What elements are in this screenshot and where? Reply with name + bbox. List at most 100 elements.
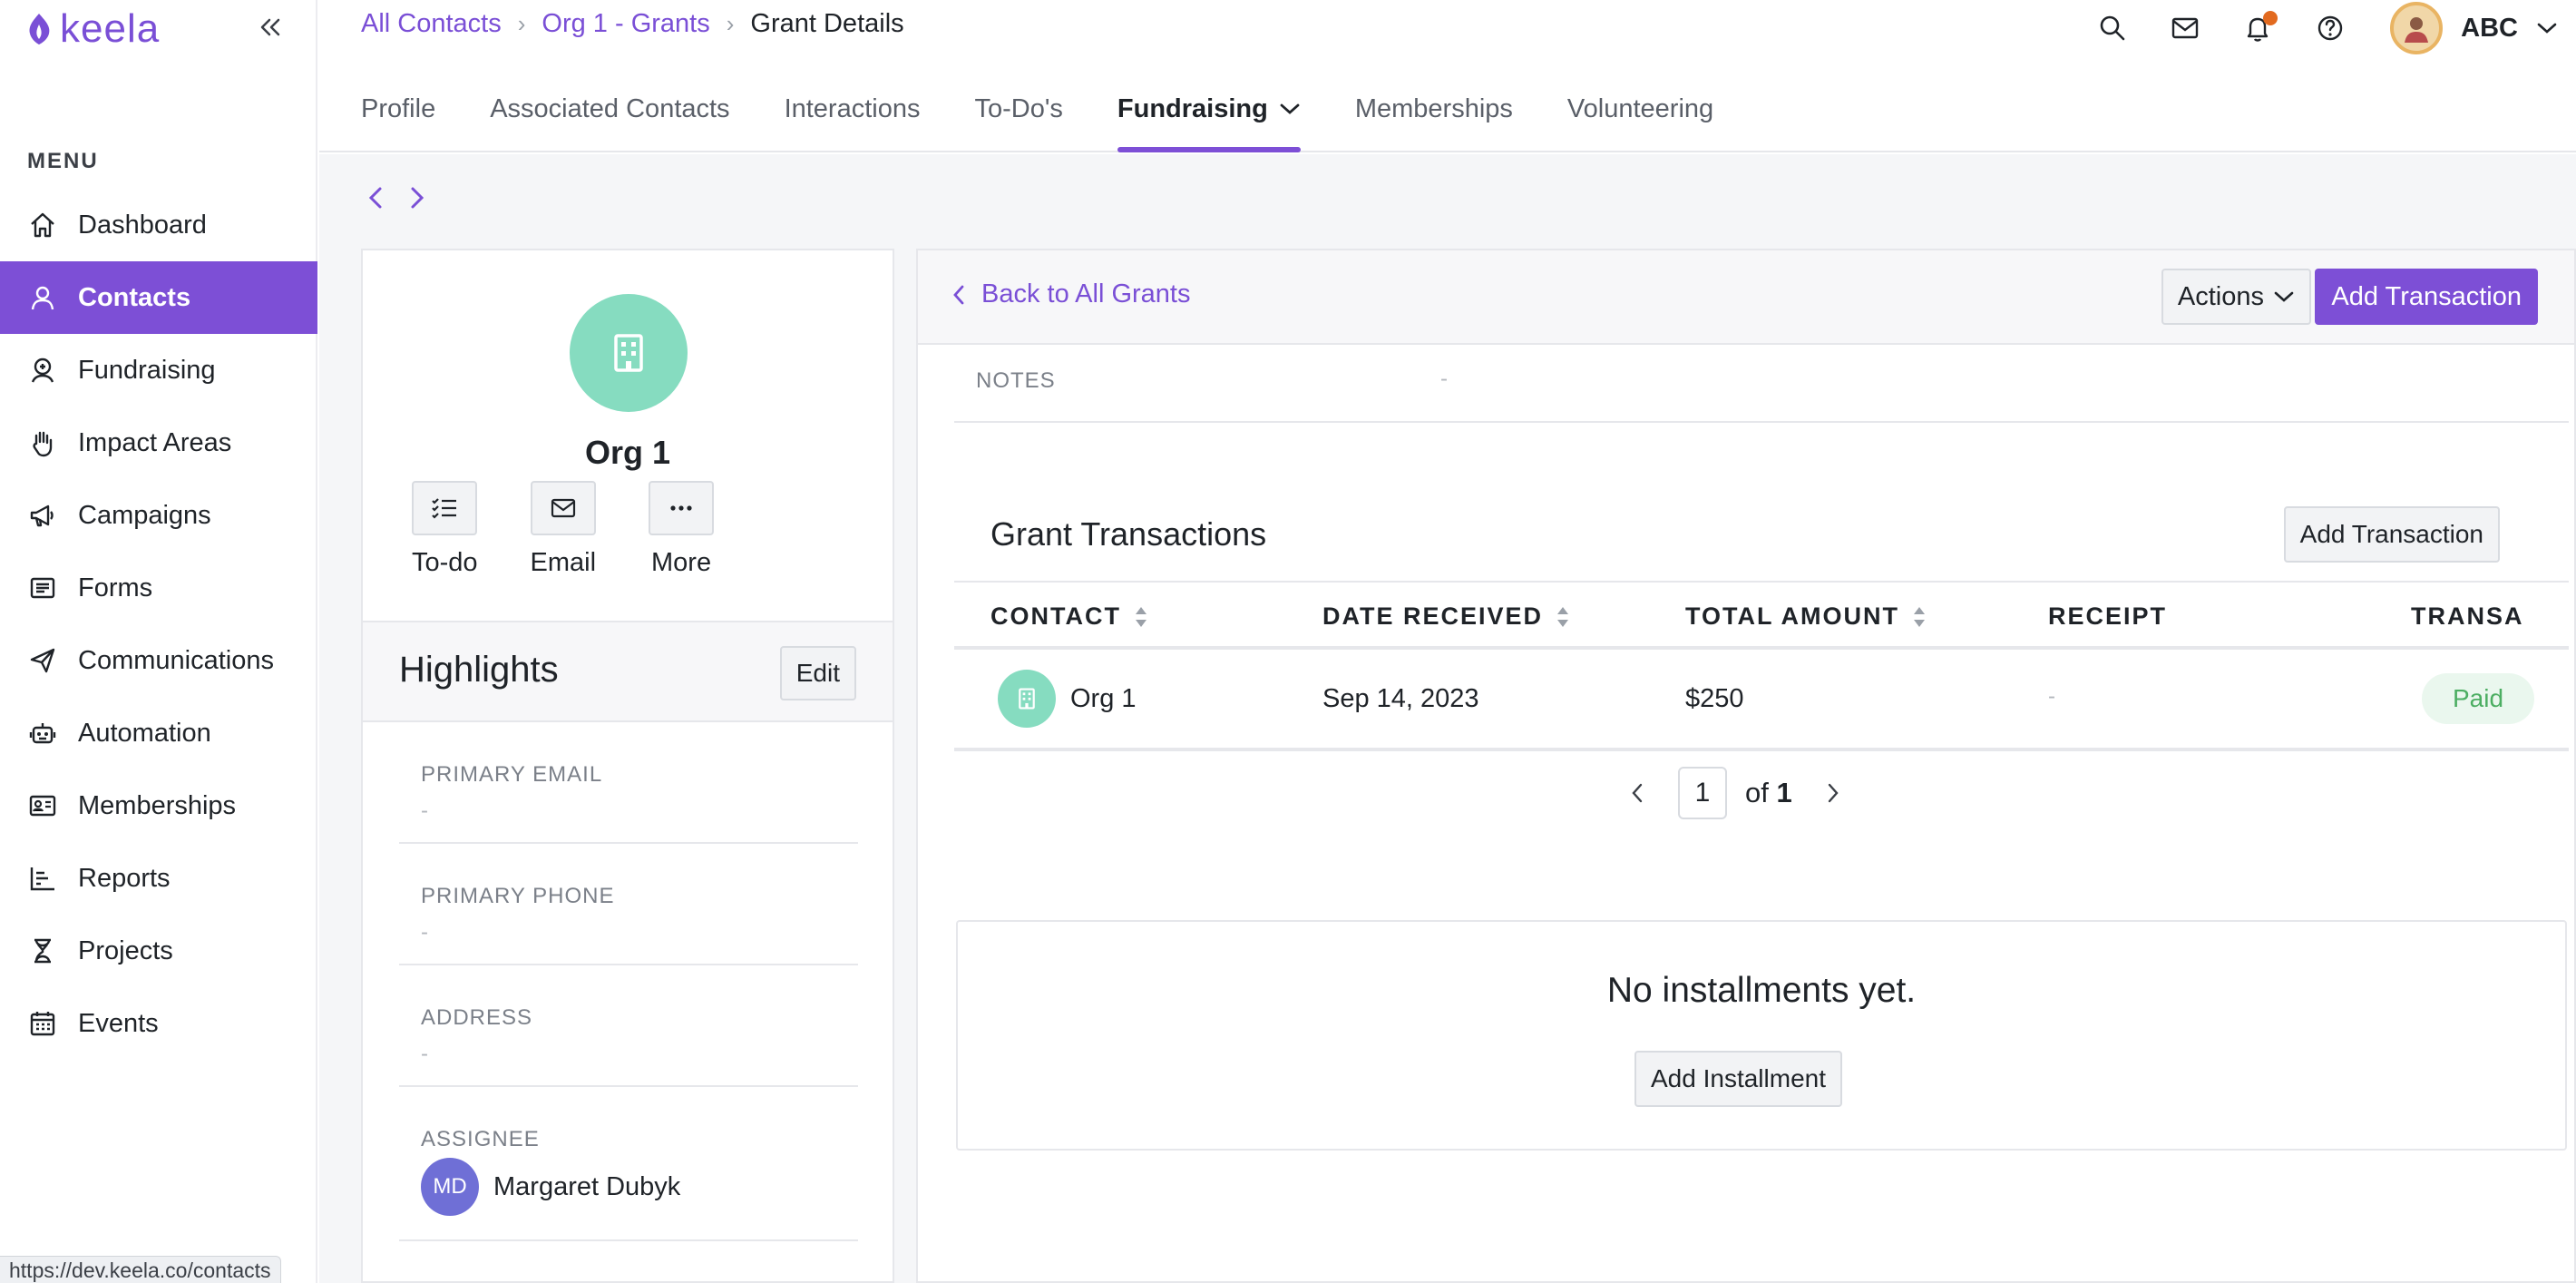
more-dots-icon bbox=[669, 504, 693, 512]
grant-detail-panel: Back to All Grants Actions Add Transacti… bbox=[916, 249, 2576, 1283]
address-field: ADDRESS - bbox=[399, 965, 858, 1087]
tab-associated-contacts[interactable]: Associated Contacts bbox=[490, 65, 729, 152]
add-grant-transaction-button[interactable]: Add Transaction bbox=[2283, 506, 2500, 563]
email-button[interactable] bbox=[530, 481, 596, 535]
status-bar-url: https://dev.keela.co/contacts bbox=[0, 1256, 281, 1283]
home-icon bbox=[27, 210, 58, 240]
back-to-grants-link[interactable]: Back to All Grants bbox=[952, 279, 1191, 309]
previous-record-button[interactable] bbox=[361, 180, 390, 216]
top-bar: All Contacts › Org 1 - Grants › Grant De… bbox=[319, 0, 2576, 65]
primary-email-field: PRIMARY EMAIL - bbox=[399, 722, 858, 844]
sidebar-item-dashboard[interactable]: Dashboard bbox=[0, 189, 317, 261]
sidebar-item-label: Events bbox=[78, 1008, 159, 1038]
user-menu[interactable]: ABC bbox=[2390, 2, 2576, 54]
search-button[interactable] bbox=[2076, 0, 2149, 56]
tab-todos[interactable]: To-Do's bbox=[974, 65, 1062, 152]
keela-logo[interactable]: keela bbox=[25, 6, 161, 51]
breadcrumb-all-contacts[interactable]: All Contacts bbox=[361, 9, 502, 39]
sidebar-item-label: Memberships bbox=[78, 790, 237, 820]
notes-row: NOTES - bbox=[954, 345, 2569, 423]
field-label: ADDRESS bbox=[421, 1005, 533, 1030]
column-contact[interactable]: CONTACT bbox=[990, 602, 1148, 631]
sidebar-item-campaigns[interactable]: Campaigns bbox=[0, 479, 317, 552]
table-row[interactable]: Org 1 Sep 14, 2023 $250 - Paid bbox=[954, 650, 2569, 751]
form-icon bbox=[27, 573, 58, 603]
sidebar-item-contacts[interactable]: Contacts bbox=[0, 261, 317, 334]
next-record-button[interactable] bbox=[403, 180, 432, 216]
sort-icon[interactable] bbox=[1912, 604, 1927, 630]
chevron-left-icon bbox=[1631, 782, 1644, 804]
next-page-button[interactable] bbox=[1810, 766, 1856, 820]
sidebar-item-label: Fundraising bbox=[78, 355, 216, 385]
checklist-icon bbox=[431, 496, 458, 520]
sidebar-item-forms[interactable]: Forms bbox=[0, 552, 317, 624]
tab-fundraising[interactable]: Fundraising bbox=[1117, 65, 1301, 152]
sidebar-item-memberships[interactable]: Memberships bbox=[0, 769, 317, 842]
cell-date-received: Sep 14, 2023 bbox=[1322, 684, 1479, 713]
installments-empty-state: No installments yet. Add Installment bbox=[956, 920, 2567, 1151]
actions-dropdown[interactable]: Actions bbox=[2161, 269, 2311, 325]
todo-action[interactable]: To-do bbox=[412, 481, 478, 578]
primary-phone-field: PRIMARY PHONE - bbox=[399, 844, 858, 965]
tab-volunteering[interactable]: Volunteering bbox=[1567, 65, 1713, 152]
tab-interactions[interactable]: Interactions bbox=[785, 65, 921, 152]
chart-icon bbox=[27, 863, 58, 894]
edit-highlights-button[interactable]: Edit bbox=[779, 646, 856, 700]
megaphone-icon bbox=[27, 500, 58, 531]
sidebar-item-label: Automation bbox=[78, 718, 211, 748]
more-button[interactable] bbox=[649, 481, 715, 535]
profile-card: Org 1 To-do Email More Highlights Edit P… bbox=[361, 249, 894, 1283]
search-icon bbox=[2098, 14, 2127, 43]
sort-icon[interactable] bbox=[1556, 604, 1570, 630]
sidebar-item-impact-areas[interactable]: Impact Areas bbox=[0, 406, 317, 479]
tab-label: Associated Contacts bbox=[490, 93, 730, 123]
tab-label: To-Do's bbox=[974, 93, 1063, 123]
assignee-name: Margaret Dubyk bbox=[493, 1171, 681, 1201]
sort-icon[interactable] bbox=[1134, 604, 1148, 630]
help-button[interactable] bbox=[2294, 0, 2366, 56]
add-transaction-button[interactable]: Add Transaction bbox=[2315, 269, 2538, 325]
org-avatar bbox=[570, 294, 688, 412]
sidebar-item-events[interactable]: Events bbox=[0, 987, 317, 1060]
notification-dot bbox=[2263, 11, 2278, 25]
add-installment-button[interactable]: Add Installment bbox=[1634, 1051, 1842, 1107]
email-action[interactable]: Email bbox=[530, 481, 596, 578]
top-actions: ABC bbox=[2076, 0, 2576, 56]
cell-contact[interactable]: Org 1 bbox=[1070, 684, 1137, 714]
sidebar-item-projects[interactable]: Projects bbox=[0, 915, 317, 987]
tab-profile[interactable]: Profile bbox=[361, 65, 435, 152]
contact-tabs: Profile Associated Contacts Interactions… bbox=[319, 65, 2576, 152]
sidebar-item-label: Reports bbox=[78, 863, 171, 893]
pagination: 1 of 1 bbox=[1615, 766, 1856, 820]
notifications-button[interactable] bbox=[2221, 0, 2294, 56]
grant-transactions-title: Grant Transactions bbox=[990, 515, 1267, 553]
more-action[interactable]: More bbox=[649, 481, 715, 578]
previous-page-button[interactable] bbox=[1615, 766, 1660, 820]
sidebar-item-automation[interactable]: Automation bbox=[0, 697, 317, 769]
column-transaction-status: TRANSA bbox=[2411, 602, 2524, 631]
todo-label: To-do bbox=[412, 548, 478, 577]
column-label: DATE RECEIVED bbox=[1322, 602, 1544, 630]
logo-text: keela bbox=[60, 6, 161, 51]
todo-button[interactable] bbox=[412, 481, 478, 535]
tab-memberships[interactable]: Memberships bbox=[1355, 65, 1513, 152]
user-avatar bbox=[2390, 2, 2444, 54]
sidebar-item-reports[interactable]: Reports bbox=[0, 842, 317, 915]
tab-label: Volunteering bbox=[1566, 93, 1714, 123]
assignee[interactable]: MD Margaret Dubyk bbox=[421, 1158, 680, 1216]
collapse-sidebar-button[interactable] bbox=[254, 13, 287, 42]
column-date-received[interactable]: DATE RECEIVED bbox=[1322, 602, 1570, 631]
messages-button[interactable] bbox=[2149, 0, 2221, 56]
org-avatar bbox=[998, 670, 1056, 728]
more-label: More bbox=[651, 548, 712, 577]
mail-icon bbox=[2171, 15, 2200, 41]
sidebar-item-fundraising[interactable]: Fundraising bbox=[0, 334, 317, 406]
record-navigation bbox=[361, 180, 432, 216]
column-total-amount[interactable]: TOTAL AMOUNT bbox=[1685, 602, 1927, 631]
breadcrumb-org-grants[interactable]: Org 1 - Grants bbox=[542, 9, 709, 39]
of-text: of bbox=[1745, 777, 1769, 808]
sidebar-item-label: Forms bbox=[78, 573, 153, 602]
page-number-input[interactable]: 1 bbox=[1678, 767, 1727, 819]
sidebar-item-label: Dashboard bbox=[78, 210, 207, 240]
sidebar-item-communications[interactable]: Communications bbox=[0, 624, 317, 697]
